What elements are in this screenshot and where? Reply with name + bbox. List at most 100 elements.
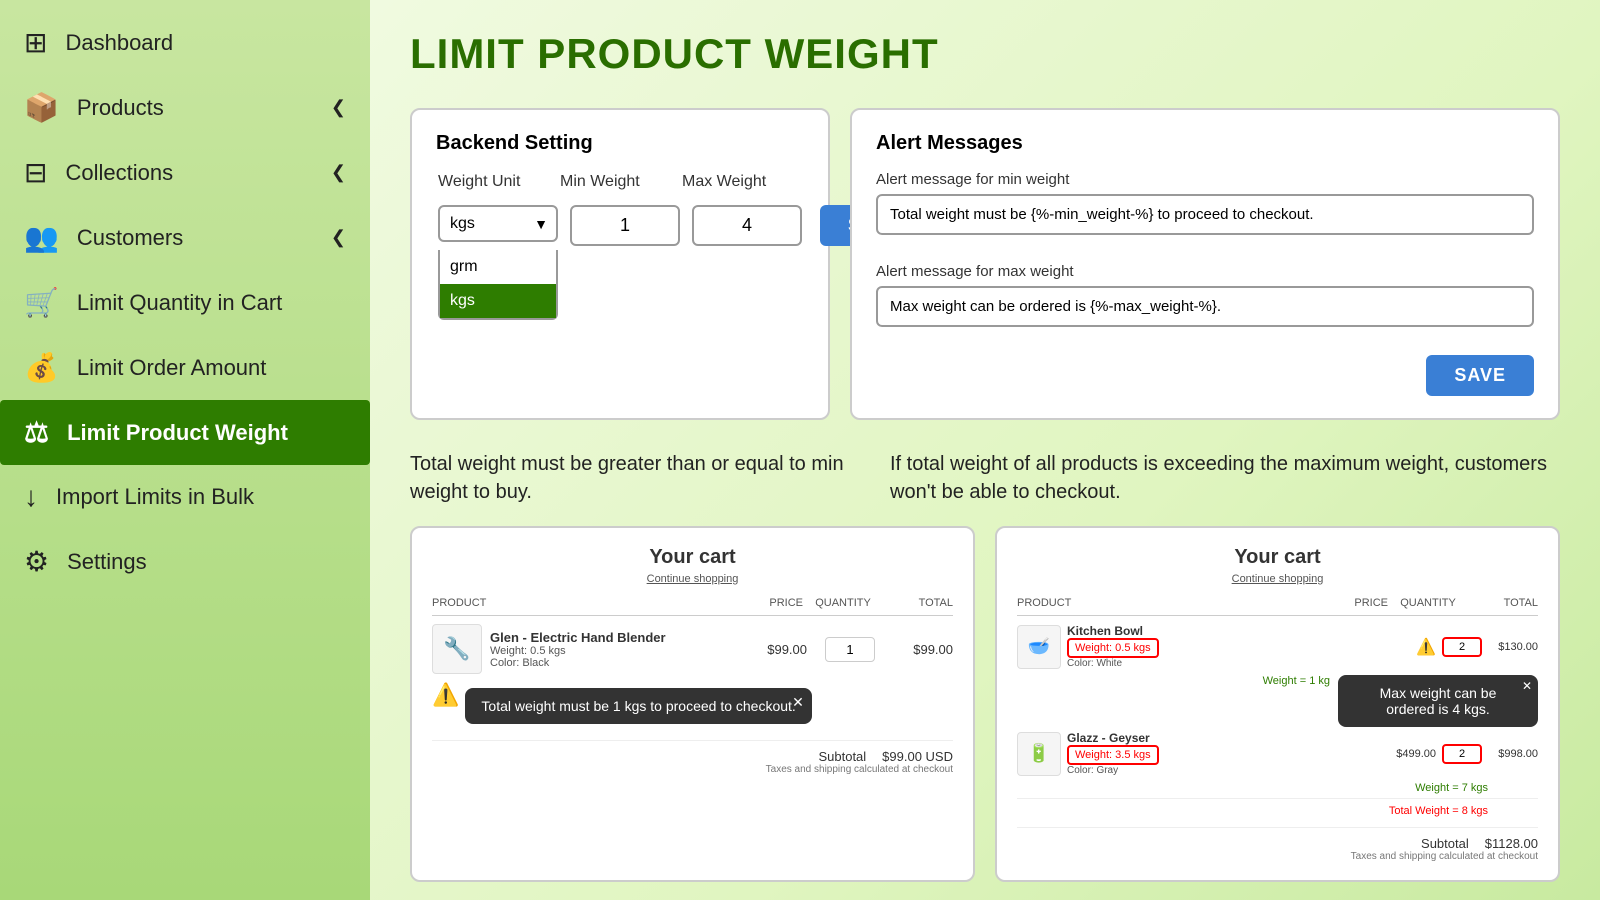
kitchen-bowl-qty-section: ⚠️ (1416, 637, 1482, 657)
sidebar-item-limit-weight[interactable]: ⚖ Limit Product Weight (0, 400, 370, 465)
cards-row: Backend Setting Weight Unit Min Weight M… (410, 108, 1560, 420)
right-subtotal-label: Subtotal (1421, 836, 1469, 851)
sidebar-item-import[interactable]: ↓ Import Limits in Bulk (0, 465, 370, 529)
preview-card-right: Your cart Continue shopping PRODUCT PRIC… (995, 526, 1560, 882)
collections-icon: ⊟ (24, 156, 47, 189)
blender-weight: Weight: 0.5 kgs (490, 645, 729, 657)
preview-right-header-price: PRICE (1308, 597, 1388, 609)
kitchen-bowl-image: 🥣 (1017, 625, 1061, 669)
main-content: LIMIT PRODUCT WEIGHT Backend Setting Wei… (370, 0, 1600, 900)
geyser-weight-label: Weight = 7 kgs (1017, 782, 1488, 794)
geyser-price: $499.00 (1381, 748, 1436, 760)
limit-weight-icon: ⚖ (24, 416, 49, 449)
sidebar-label-limit-order: Limit Order Amount (77, 355, 267, 381)
alert-card-title: Alert Messages (876, 132, 1534, 155)
sidebar-item-customers[interactable]: 👥 Customers ❮ (0, 205, 370, 270)
sidebar-item-limit-qty[interactable]: 🛒 Limit Quantity in Cart (0, 270, 370, 335)
sidebar-label-dashboard: Dashboard (65, 30, 173, 56)
backend-setting-card: Backend Setting Weight Unit Min Weight M… (410, 108, 830, 420)
sidebar-label-import: Import Limits in Bulk (56, 484, 254, 510)
sidebar-label-settings: Settings (67, 549, 147, 575)
import-icon: ↓ (24, 481, 38, 513)
preview-card-left: Your cart Continue shopping PRODUCT PRIC… (410, 526, 975, 882)
products-icon: 📦 (24, 91, 59, 124)
warning-icon-bowl: ⚠️ (1416, 637, 1436, 657)
warning-popup-left: ✕ Total weight must be 1 kgs to proceed … (465, 688, 811, 724)
kitchen-bowl-info: Kitchen Bowl Weight: 0.5 kgs Color: Whit… (1067, 624, 1410, 669)
geyser-info: Glazz - Geyser Weight: 3.5 kgs Color: Gr… (1067, 731, 1375, 776)
settings-icon: ⚙ (24, 545, 49, 578)
geyser-color: Color: Gray (1067, 765, 1375, 776)
preview-right-header-total: TOTAL (1468, 597, 1538, 609)
close-warning-button[interactable]: ✕ (792, 694, 804, 711)
blender-name: Glen - Electric Hand Blender (490, 630, 729, 645)
kitchen-bowl-color: Color: White (1067, 658, 1410, 669)
geyser-badge: Weight: 3.5 kgs (1067, 745, 1159, 765)
desc-right-text: If total weight of all products is excee… (890, 450, 1560, 506)
blender-qty-input[interactable] (825, 637, 875, 662)
subtotal-label: Subtotal (818, 749, 866, 764)
dashboard-icon: ⊞ (24, 26, 47, 59)
blender-total: $99.00 (893, 642, 953, 657)
sidebar-item-settings[interactable]: ⚙ Settings (0, 529, 370, 594)
geyser-qty[interactable] (1442, 744, 1482, 764)
geyser-section: 🔋 Glazz - Geyser Weight: 3.5 kgs Color: … (1017, 731, 1538, 794)
bowl-warning-section: Weight = 1 kg ✕ Max weight can be ordere… (1017, 675, 1538, 727)
sidebar-item-products[interactable]: 📦 Products ❮ (0, 75, 370, 140)
geyser-image: 🔋 (1017, 732, 1061, 776)
blender-price: $99.00 (737, 642, 807, 657)
geyser-total: $998.00 (1488, 748, 1538, 760)
taxes-text-right: Taxes and shipping calculated at checkou… (1017, 851, 1538, 862)
chevron-customers-icon: ❮ (331, 227, 346, 248)
kitchen-bowl-section: 🥣 Kitchen Bowl Weight: 0.5 kgs Color: Wh… (1017, 624, 1538, 727)
page-title: LIMIT PRODUCT WEIGHT (410, 30, 1560, 78)
min-alert-input[interactable] (876, 194, 1534, 235)
kitchen-bowl-name: Kitchen Bowl (1067, 624, 1410, 638)
preview-header-product: PRODUCT (432, 597, 723, 609)
preview-right-title: Your cart (1017, 546, 1538, 569)
kitchen-bowl-total: $130.00 (1488, 641, 1538, 653)
preview-header-total: TOTAL (883, 597, 953, 609)
chevron-collections-icon: ❮ (331, 162, 346, 183)
preview-right-continue: Continue shopping (1017, 573, 1538, 585)
right-subtotal-row: Subtotal $1128.00 (1017, 827, 1538, 851)
min-weight-input[interactable] (570, 205, 680, 246)
kitchen-bowl-qty[interactable] (1442, 637, 1482, 657)
preview-row: Your cart Continue shopping PRODUCT PRIC… (410, 526, 1560, 882)
sidebar: ⊞ Dashboard 📦 Products ❮ ⊟ Collections ❮… (0, 0, 370, 900)
geyser-row: 🔋 Glazz - Geyser Weight: 3.5 kgs Color: … (1017, 731, 1538, 776)
sidebar-item-limit-order[interactable]: 💰 Limit Order Amount (0, 335, 370, 400)
geyser-name: Glazz - Geyser (1067, 731, 1375, 745)
left-subtotal-row: Subtotal $99.00 USD (432, 740, 953, 764)
sidebar-label-limit-weight: Limit Product Weight (67, 420, 288, 446)
customers-icon: 👥 (24, 221, 59, 254)
preview-left-header: PRODUCT PRICE QUANTITY TOTAL (432, 597, 953, 616)
max-alert-input[interactable] (876, 286, 1534, 327)
total-weight-label: Total Weight = 8 kgs (1017, 805, 1488, 817)
dropdown-option-kgs[interactable]: kgs (440, 284, 556, 318)
preview-header-qty: QUANTITY (803, 597, 883, 609)
right-footer: Total Weight = 8 kgs Subtotal $1128.00 T… (1017, 798, 1538, 862)
preview-header-price: PRICE (723, 597, 803, 609)
max-weight-input[interactable] (692, 205, 802, 246)
alert-save-button[interactable]: SAVE (1426, 355, 1534, 396)
warning-text: Total weight must be 1 kgs to proceed to… (481, 698, 795, 714)
sidebar-item-dashboard[interactable]: ⊞ Dashboard (0, 10, 370, 75)
preview-left-product-row: 🔧 Glen - Electric Hand Blender Weight: 0… (432, 624, 953, 674)
limit-order-icon: 💰 (24, 351, 59, 384)
weight-unit-select[interactable]: kgs grm (438, 205, 558, 242)
min-alert-label: Alert message for min weight (876, 171, 1534, 188)
dropdown-option-grm[interactable]: grm (440, 250, 556, 284)
taxes-text-left: Taxes and shipping calculated at checkou… (432, 764, 953, 775)
chevron-products-icon: ❮ (331, 97, 346, 118)
max-weight-header: Max Weight (682, 173, 802, 199)
kitchen-bowl-badge: Weight: 0.5 kgs (1067, 638, 1159, 658)
sidebar-label-customers: Customers (77, 225, 183, 251)
blender-image: 🔧 (432, 624, 482, 674)
bowl-weight-label: Weight = 1 kg (1263, 675, 1330, 687)
sidebar-item-collections[interactable]: ⊟ Collections ❮ (0, 140, 370, 205)
sidebar-label-products: Products (77, 95, 164, 121)
preview-right-header-qty: QUANTITY (1388, 597, 1468, 609)
close-max-warning-button[interactable]: ✕ (1522, 679, 1532, 693)
description-row: Total weight must be greater than or equ… (410, 450, 1560, 506)
